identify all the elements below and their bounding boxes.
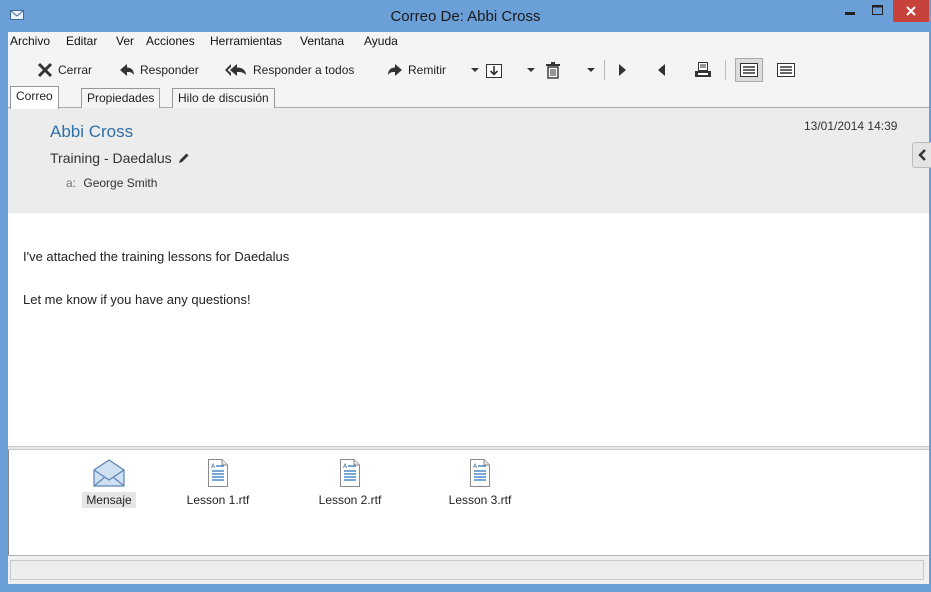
toggle-details-button[interactable]: [912, 142, 931, 168]
subject-text: Training - Daedalus: [50, 150, 172, 166]
close-button-label: Cerrar: [58, 63, 93, 77]
attachment-lesson-3[interactable]: A Lesson 3.rtf: [430, 458, 530, 508]
reply-all-icon: [225, 64, 246, 76]
next-message-button[interactable]: [617, 59, 627, 81]
attachment-name: Lesson 1.rtf: [186, 493, 250, 507]
move-to-folder-icon: [486, 64, 502, 78]
menu-herramientas[interactable]: Herramientas: [210, 34, 282, 48]
forward-arrow-icon: [388, 64, 402, 76]
attachment-lesson-1[interactable]: A Lesson 1.rtf: [168, 458, 268, 508]
window-title: Correo De: Abbi Cross: [390, 8, 541, 25]
reply-button[interactable]: Responder: [119, 59, 199, 81]
attachment-name: Lesson 3.rtf: [448, 493, 512, 507]
move-to-folder-button[interactable]: [485, 59, 503, 81]
print-button[interactable]: [694, 59, 712, 81]
close-window-button[interactable]: [893, 0, 929, 22]
plain-text-view-icon: [777, 63, 795, 77]
reply-all-button[interactable]: Responder a todos: [224, 59, 354, 81]
chevron-down-icon: [527, 68, 535, 72]
toolbar-separator: [604, 60, 605, 80]
trash-icon: [546, 62, 560, 79]
menu-ver[interactable]: Ver: [116, 34, 134, 48]
status-bar: [8, 555, 929, 584]
toolbar: Cerrar Responder Responder a todos Remit…: [8, 52, 929, 86]
tab-correo[interactable]: Correo: [10, 86, 59, 109]
recipient-label: a:: [66, 176, 77, 190]
tab-propiedades[interactable]: Propiedades: [81, 88, 161, 108]
tab-hilo-de-discusion[interactable]: Hilo de discusión: [172, 88, 275, 108]
menu-bar: Archivo Editar Ver Acciones Herramientas…: [8, 32, 929, 52]
forward-button-label: Remitir: [408, 63, 446, 77]
message-view-icon: [740, 63, 758, 77]
menu-archivo[interactable]: Archivo: [10, 34, 50, 48]
view-mode-reading-button[interactable]: [735, 58, 763, 82]
envelope-icon: [93, 459, 125, 487]
triangle-left-icon: [658, 64, 665, 76]
window-client-area: Archivo Editar Ver Acciones Herramientas…: [8, 32, 931, 584]
menu-editar[interactable]: Editar: [66, 34, 97, 48]
title-bar[interactable]: Correo De: Abbi Cross: [0, 0, 931, 32]
reply-arrow-icon: [120, 64, 134, 76]
minimize-button[interactable]: [836, 0, 864, 22]
chevron-down-icon: [587, 68, 595, 72]
sender-name[interactable]: Abbi Cross: [50, 122, 133, 142]
attachment-mensaje[interactable]: Mensaje: [59, 458, 159, 508]
move-dropdown-button[interactable]: [526, 59, 536, 81]
message-body[interactable]: I've attached the training lessons for D…: [8, 213, 929, 446]
recipient-name[interactable]: George Smith: [83, 176, 157, 190]
maximize-button[interactable]: [863, 0, 891, 22]
chevron-left-icon: [918, 149, 926, 161]
tab-strip: Correo Propiedades Hilo de discusión: [8, 86, 929, 109]
menu-acciones[interactable]: Acciones: [146, 34, 195, 48]
chevron-down-icon: [471, 68, 479, 72]
reply-all-button-label: Responder a todos: [253, 63, 355, 77]
attachment-name: Lesson 2.rtf: [318, 493, 382, 507]
view-mode-source-button[interactable]: [777, 59, 795, 81]
status-field: [10, 560, 924, 580]
toolbar-separator: [725, 60, 726, 80]
message-line: I've attached the training lessons for D…: [23, 249, 290, 264]
message-header: Abbi Cross Training - Daedalus a: George…: [8, 108, 931, 213]
previous-message-button[interactable]: [657, 59, 667, 81]
close-x-icon: [37, 62, 53, 78]
message-date: 13/01/2014 14:39: [804, 119, 898, 133]
message-line: Let me know if you have any questions!: [23, 292, 251, 307]
recipient-line: a: George Smith: [66, 176, 157, 190]
rtf-document-icon: A: [340, 459, 360, 487]
attachment-pane: Mensaje A Lesson 1.rtf A Lesson 2.rtf A …: [8, 450, 929, 555]
forward-dropdown-button[interactable]: [470, 59, 480, 81]
menu-ventana[interactable]: Ventana: [300, 34, 344, 48]
reply-button-label: Responder: [140, 63, 199, 77]
mail-window: Correo De: Abbi Cross Archivo Editar Ver…: [0, 0, 931, 592]
delete-button[interactable]: [545, 59, 561, 81]
attachment-name: Mensaje: [82, 492, 136, 508]
minimize-icon: [845, 12, 855, 15]
delete-dropdown-button[interactable]: [586, 59, 596, 81]
close-icon: [906, 6, 916, 16]
pencil-icon[interactable]: [178, 152, 190, 164]
rtf-document-icon: A: [470, 459, 490, 487]
close-button[interactable]: Cerrar: [37, 59, 92, 81]
triangle-right-icon: [619, 64, 626, 76]
attachment-lesson-2[interactable]: A Lesson 2.rtf: [300, 458, 400, 508]
rtf-document-icon: A: [208, 459, 228, 487]
forward-button[interactable]: Remitir: [387, 59, 446, 81]
maximize-icon: [872, 5, 883, 15]
printer-icon: [695, 62, 711, 77]
menu-ayuda[interactable]: Ayuda: [364, 34, 398, 48]
subject-line: Training - Daedalus: [50, 150, 190, 166]
